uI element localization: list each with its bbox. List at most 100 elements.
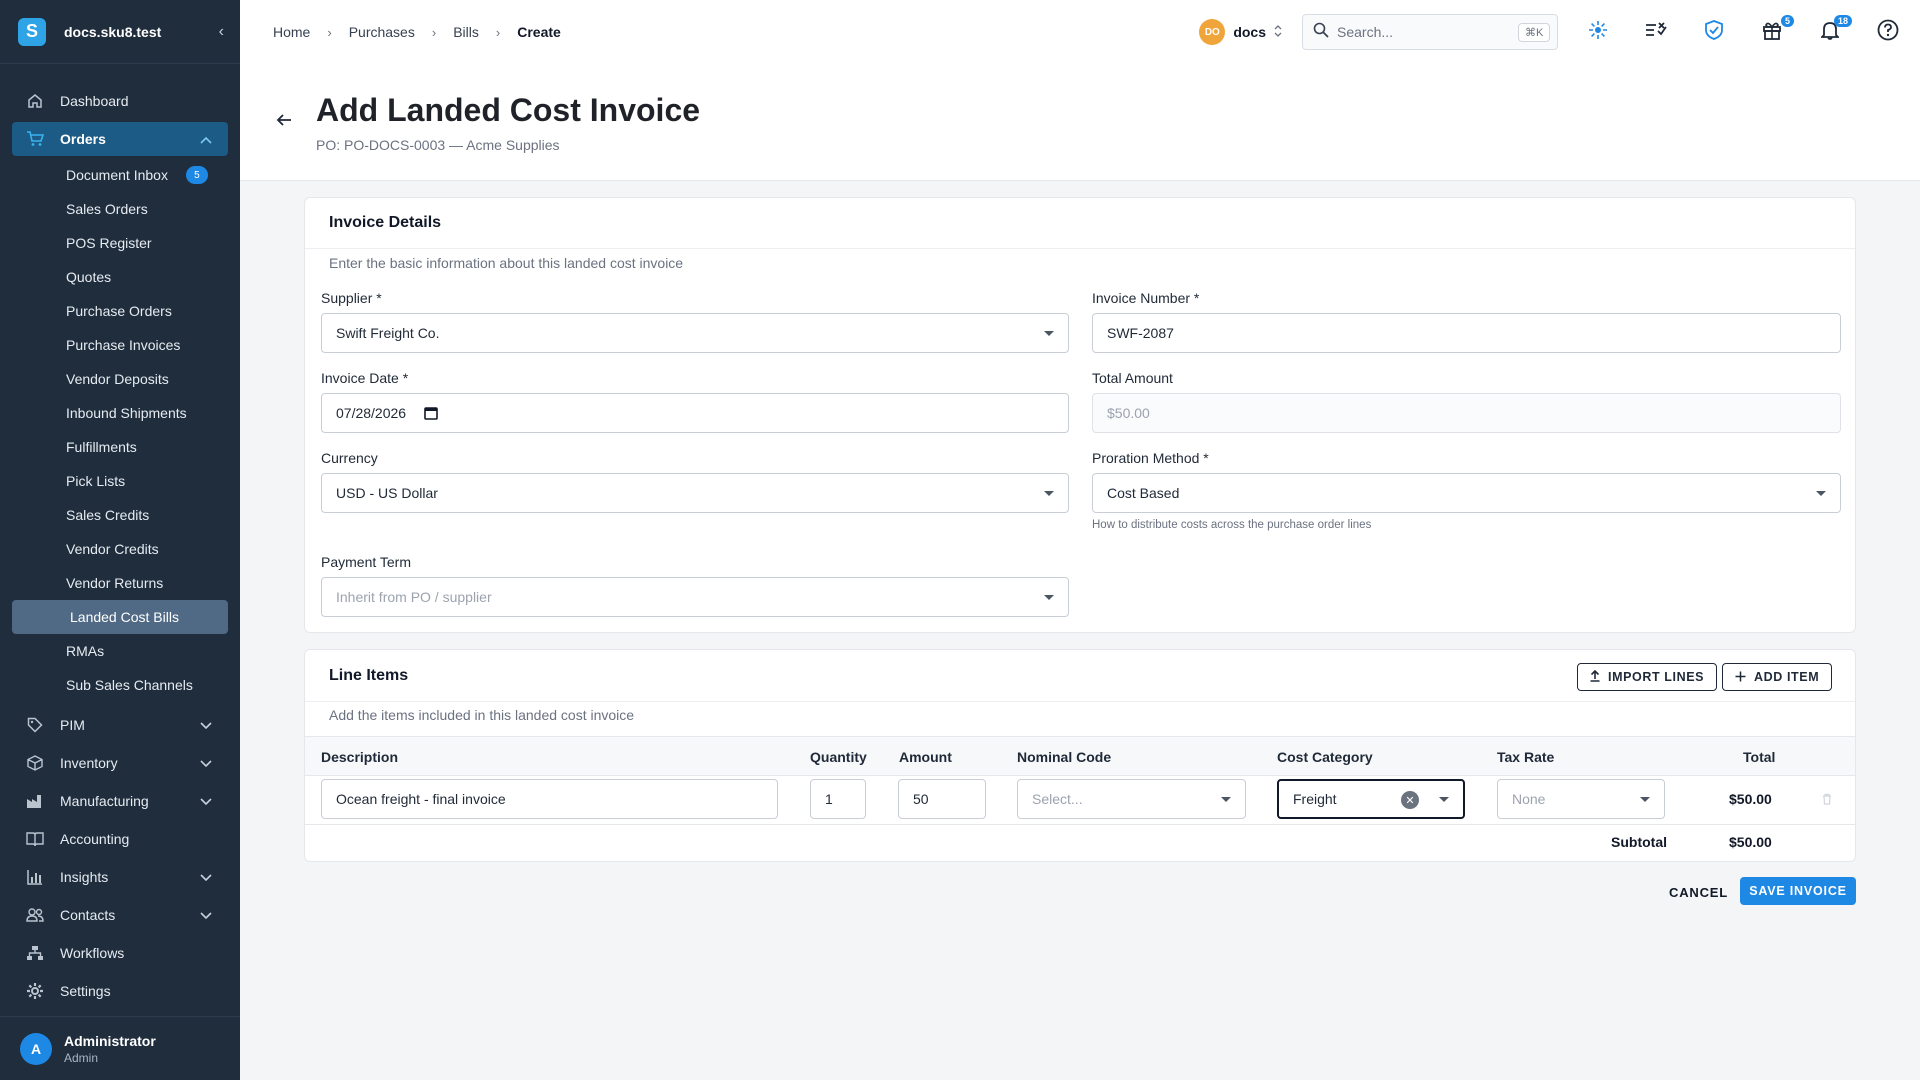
sidebar-item-label: Vendor Credits — [66, 541, 159, 557]
total-amount-field: $50.00 — [1092, 393, 1841, 433]
sidebar-item-inventory[interactable]: Inventory — [12, 746, 228, 780]
dropdown-caret-icon — [1044, 595, 1054, 600]
breadcrumb-purchases[interactable]: Purchases — [349, 24, 415, 40]
subtotal-value: $50.00 — [1729, 834, 1772, 850]
tasks-button[interactable] — [1642, 18, 1670, 46]
topbar: Home › Purchases › Bills › Create DO doc… — [240, 0, 1920, 64]
sidebar-item-vendor-deposits[interactable]: Vendor Deposits — [12, 362, 228, 396]
back-button[interactable] — [276, 112, 292, 133]
sidebar-item-document-inbox[interactable]: Document Inbox 5 — [12, 158, 228, 192]
sidebar-item-sales-orders[interactable]: Sales Orders — [12, 192, 228, 226]
sidebar-item-label: Manufacturing — [60, 793, 149, 809]
cancel-button[interactable]: CANCEL — [1669, 885, 1728, 900]
search-icon — [1313, 22, 1329, 43]
help-icon — [1877, 19, 1899, 46]
payment-term-label: Payment Term — [321, 554, 411, 570]
sidebar-item-label: Pick Lists — [66, 473, 126, 489]
sidebar-item-label: Vendor Deposits — [66, 371, 169, 387]
delete-row-icon[interactable] — [1822, 792, 1832, 810]
breadcrumb: Home › Purchases › Bills › Create — [273, 24, 561, 40]
sidebar-item-label: PIM — [60, 717, 85, 733]
description-value: Ocean freight - final invoice — [336, 791, 506, 807]
notifications-button[interactable]: 18 — [1816, 15, 1852, 46]
import-lines-button[interactable]: IMPORT LINES — [1577, 663, 1718, 691]
sidebar-item-sales-credits[interactable]: Sales Credits — [12, 498, 228, 532]
supplier-select[interactable]: Swift Freight Co. — [321, 313, 1069, 353]
sidebar-item-quotes[interactable]: Quotes — [12, 260, 228, 294]
supplier-label: Supplier * — [321, 290, 382, 306]
upload-icon — [1590, 669, 1600, 685]
search-input[interactable] — [1337, 24, 1518, 40]
amount-input[interactable]: 50 — [898, 779, 986, 819]
breadcrumb-bills[interactable]: Bills — [453, 24, 479, 40]
workflow-icon — [26, 944, 44, 962]
sidebar-header: S docs.sku8.test ‹ — [0, 0, 240, 64]
sidebar-item-accounting[interactable]: Accounting — [12, 822, 228, 856]
user-name: Administrator — [64, 1032, 156, 1049]
tag-icon — [26, 716, 44, 734]
save-invoice-button[interactable]: SAVE INVOICE — [1740, 877, 1856, 905]
calendar-icon[interactable] — [424, 406, 438, 420]
user-profile[interactable]: A Administrator Admin — [0, 1016, 240, 1080]
sidebar-item-rmas[interactable]: RMAs — [12, 634, 228, 668]
quantity-input[interactable]: 1 — [810, 779, 866, 819]
sidebar-item-vendor-returns[interactable]: Vendor Returns — [12, 566, 228, 600]
add-item-label: ADD ITEM — [1754, 670, 1820, 684]
help-button[interactable] — [1874, 18, 1902, 46]
cost-category-select[interactable]: Freight ✕ — [1277, 779, 1465, 819]
section-description: Add the items included in this landed co… — [329, 707, 635, 723]
tax-rate-select[interactable]: None — [1497, 779, 1665, 819]
chevron-right-icon: › — [327, 24, 332, 40]
chevron-down-icon — [200, 869, 212, 885]
nominal-code-select[interactable]: Select... — [1017, 779, 1246, 819]
home-icon — [26, 92, 44, 110]
whats-new-button[interactable]: 5 — [1758, 15, 1794, 46]
sidebar-item-manufacturing[interactable]: Manufacturing — [12, 784, 228, 818]
notifications-badge: 18 — [1833, 15, 1852, 27]
add-item-button[interactable]: ADD ITEM — [1722, 663, 1833, 691]
proration-select[interactable]: Cost Based — [1092, 473, 1841, 513]
currency-select[interactable]: USD - US Dollar — [321, 473, 1069, 513]
sidebar-item-pim[interactable]: PIM — [12, 708, 228, 742]
column-header-quantity: Quantity — [810, 749, 867, 765]
plus-icon — [1735, 670, 1746, 685]
table-header: Description Quantity Amount Nominal Code… — [305, 736, 1855, 776]
sidebar-item-settings[interactable]: Settings — [12, 974, 228, 1008]
search-box[interactable]: ⌘K — [1302, 14, 1558, 50]
sidebar-item-label: RMAs — [66, 643, 105, 659]
sidebar-item-dashboard[interactable]: Dashboard — [12, 84, 228, 118]
count-badge: 5 — [185, 166, 208, 184]
breadcrumb-home[interactable]: Home — [273, 24, 310, 40]
clear-icon[interactable]: ✕ — [1401, 791, 1419, 809]
account-switcher[interactable]: DO docs — [1199, 19, 1282, 45]
ai-sparkle-button[interactable] — [1584, 18, 1612, 46]
search-shortcut: ⌘K — [1518, 22, 1551, 42]
sidebar-item-purchase-orders[interactable]: Purchase Orders — [12, 294, 228, 328]
app-logo[interactable]: S — [18, 17, 46, 46]
invoice-number-field[interactable]: SWF-2087 — [1092, 313, 1841, 353]
sidebar-item-pos-register[interactable]: POS Register — [12, 226, 228, 260]
sidebar-item-orders[interactable]: Orders — [12, 122, 228, 156]
sidebar-item-workflows[interactable]: Workflows — [12, 936, 228, 970]
divider — [305, 824, 1855, 825]
sidebar-item-inbound-shipments[interactable]: Inbound Shipments — [12, 396, 228, 430]
collapse-sidebar-icon[interactable]: ‹ — [219, 23, 224, 41]
sidebar-item-pick-lists[interactable]: Pick Lists — [12, 464, 228, 498]
divider — [305, 248, 1855, 249]
sidebar-item-label: Vendor Returns — [66, 575, 164, 591]
sidebar-item-landed-cost-bills[interactable]: Landed Cost Bills — [12, 600, 228, 634]
sidebar-item-contacts[interactable]: Contacts — [12, 898, 228, 932]
description-input[interactable]: Ocean freight - final invoice — [321, 779, 778, 819]
security-button[interactable] — [1700, 18, 1728, 46]
sidebar-item-sub-sales-channels[interactable]: Sub Sales Channels — [12, 668, 228, 702]
sidebar-item-label: Landed Cost Bills — [70, 609, 179, 625]
sidebar-item-fulfillments[interactable]: Fulfillments — [12, 430, 228, 464]
factory-icon — [26, 792, 44, 810]
sidebar-item-purchase-invoices[interactable]: Purchase Invoices — [12, 328, 228, 362]
sidebar-item-insights[interactable]: Insights — [12, 860, 228, 894]
dropdown-caret-icon — [1439, 797, 1449, 802]
invoice-date-field[interactable]: 07/28/2026 — [321, 393, 1069, 433]
sidebar-item-vendor-credits[interactable]: Vendor Credits — [12, 532, 228, 566]
payment-term-select[interactable]: Inherit from PO / supplier — [321, 577, 1069, 617]
sidebar-nav: Dashboard Orders Document Inbox 5 Sales … — [12, 84, 228, 1008]
